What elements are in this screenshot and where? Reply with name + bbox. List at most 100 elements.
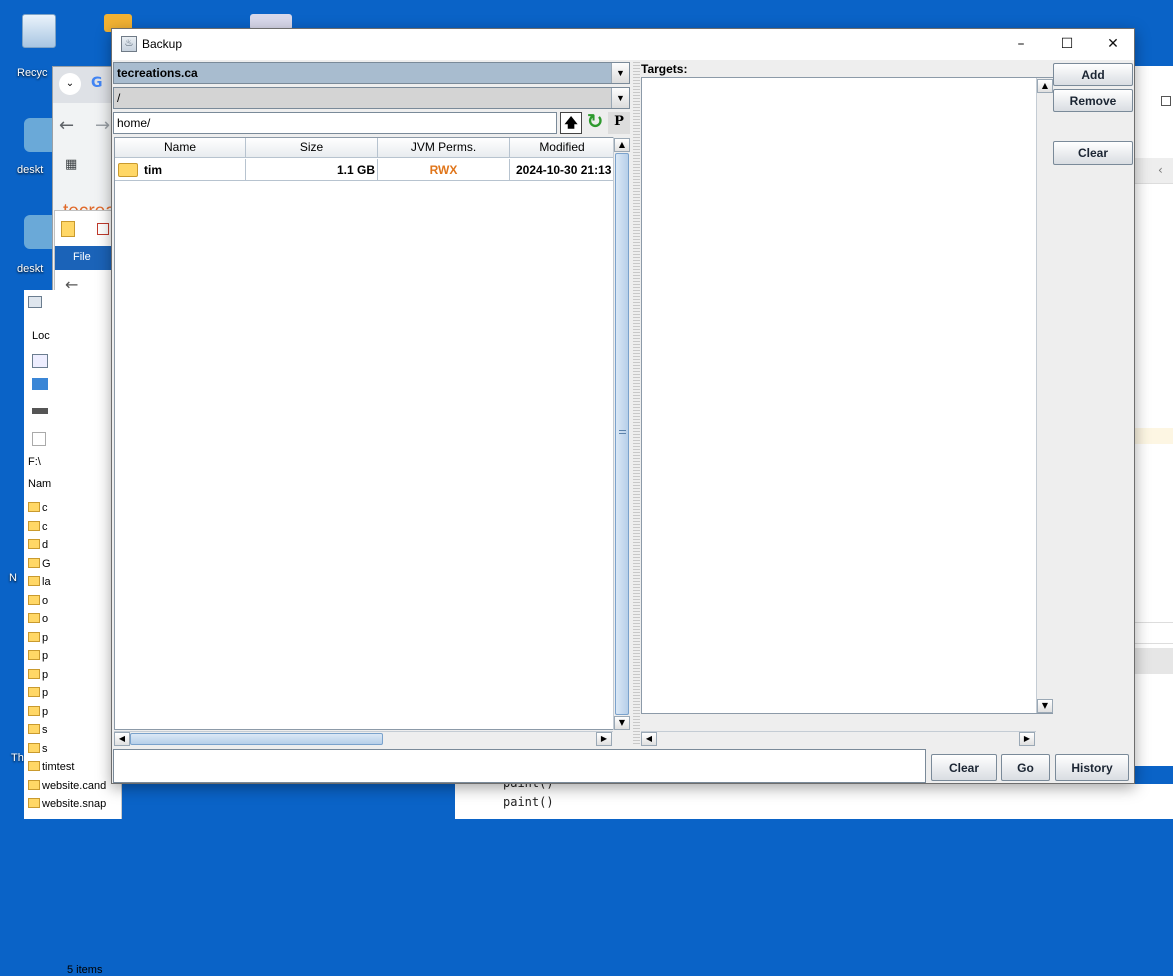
list-item-label: s (42, 724, 48, 736)
list-item-label: timtest (42, 761, 75, 773)
java-app-icon: ♨ (121, 36, 137, 52)
scroll-right-icon[interactable]: ▶ (1019, 732, 1035, 746)
background-code-editor (455, 784, 1173, 819)
scroll-left-icon[interactable]: ◀ (641, 732, 657, 746)
window-title: Backup (142, 37, 183, 51)
monitor-icon (32, 378, 48, 390)
list-item[interactable]: p (28, 631, 48, 644)
scroll-thumb[interactable] (615, 153, 629, 715)
clear-button[interactable]: Clear (931, 754, 997, 781)
arrow-up-icon: 🡅 (564, 115, 578, 130)
list-item[interactable]: d (28, 539, 48, 551)
chevron-down-icon[interactable]: ▼ (611, 88, 629, 108)
folder-icon (28, 650, 40, 660)
root-value: / (117, 91, 121, 105)
recycle-bin-icon[interactable] (22, 14, 56, 48)
forward-arrow-icon[interactable]: → (95, 115, 110, 136)
folder-icon (28, 724, 40, 734)
scroll-thumb[interactable] (130, 733, 383, 745)
refresh-button[interactable]: ↻ (584, 110, 606, 132)
checkbox-icon (1161, 96, 1171, 106)
list-item[interactable]: p (28, 687, 48, 699)
maximize-button[interactable]: ☐ (1044, 29, 1090, 60)
scroll-up-icon[interactable]: ▲ (1037, 79, 1053, 93)
targets-vscrollbar[interactable]: ▲ ▼ (1036, 78, 1053, 713)
folder-icon (61, 221, 75, 237)
list-item[interactable]: website.cand (28, 779, 106, 792)
list-item[interactable]: p (28, 705, 48, 718)
clear-targets-button[interactable]: Clear (1053, 141, 1133, 165)
list-item-label: s (42, 742, 48, 755)
list-item[interactable]: timtest (28, 761, 74, 773)
list-item[interactable]: c (28, 520, 48, 533)
scroll-left-icon[interactable]: ◀ (114, 732, 130, 746)
chevron-down-icon[interactable]: ▼ (611, 63, 629, 83)
title-bar[interactable]: ♨ Backup – ☐ ✕ (112, 29, 1134, 60)
list-item[interactable]: p (28, 668, 49, 681)
chevron-left-icon[interactable]: ‹ (1158, 163, 1163, 177)
list-item-label: G (42, 557, 51, 570)
list-item[interactable]: website.snap (28, 798, 106, 810)
column-header-perms[interactable]: JVM Perms. (378, 138, 510, 158)
remove-button[interactable]: Remove (1053, 89, 1133, 112)
drive-path-label: F:\ (28, 456, 41, 468)
status-input[interactable] (114, 750, 925, 782)
history-button[interactable]: History (1055, 754, 1129, 781)
folder-icon (118, 163, 138, 177)
go-button[interactable]: Go (1001, 754, 1050, 781)
list-item[interactable]: c (28, 502, 48, 514)
list-item[interactable]: o (28, 613, 48, 625)
split-pane-divider[interactable] (633, 60, 640, 745)
tab-search-button[interactable]: ⌄ (59, 73, 81, 95)
folder-icon (28, 539, 40, 549)
add-button[interactable]: Add (1053, 63, 1133, 86)
list-item[interactable]: s (28, 742, 48, 755)
properties-icon (97, 223, 109, 235)
desktop-label: N (9, 572, 17, 584)
file-table-hscrollbar[interactable]: ◀ ▶ (114, 731, 613, 746)
scroll-up-icon[interactable]: ▲ (614, 138, 630, 152)
scroll-right-icon[interactable]: ▶ (596, 732, 612, 746)
targets-hscrollbar[interactable]: ◀ ▶ (641, 731, 1036, 746)
status-field[interactable] (113, 749, 926, 783)
refresh-icon: ↻ (586, 109, 604, 133)
column-header-modified[interactable]: Modified (510, 138, 615, 158)
scroll-down-icon[interactable]: ▼ (614, 716, 630, 730)
p-button[interactable]: P (608, 112, 630, 134)
list-item-label: c (42, 520, 48, 533)
scroll-down-icon[interactable]: ▼ (1037, 699, 1053, 713)
list-item[interactable]: s (28, 724, 48, 736)
close-button[interactable]: ✕ (1090, 29, 1136, 60)
file-modified-cell: 2024-10-30 21:13 (510, 159, 615, 181)
folder-icon (28, 761, 40, 771)
file-name-cell[interactable]: tim (115, 159, 246, 181)
path-field[interactable] (113, 112, 557, 134)
folder-icon (28, 705, 40, 716)
column-header-size[interactable]: Size (246, 138, 378, 158)
targets-list[interactable] (641, 77, 1053, 714)
computer-icon (28, 296, 42, 308)
list-item[interactable]: p (28, 650, 48, 662)
list-item-label: p (42, 668, 49, 681)
folder-icon (28, 557, 40, 568)
column-header-name[interactable]: Name (115, 138, 246, 158)
back-arrow-icon[interactable]: ← (59, 115, 74, 136)
list-item[interactable]: la (28, 576, 51, 588)
folder-icon (28, 687, 40, 697)
minimize-button[interactable]: – (998, 29, 1044, 60)
path-input[interactable] (114, 113, 556, 133)
list-item[interactable]: o (28, 594, 48, 607)
root-selector[interactable]: / ▼ (113, 87, 630, 109)
file-name: tim (144, 163, 162, 177)
panel-strip (1134, 158, 1173, 184)
file-table-vscrollbar[interactable]: ▲ ▼ (613, 137, 630, 730)
ribbon-file-tab[interactable]: File (55, 246, 111, 270)
highlighted-line (1134, 428, 1173, 444)
host-selector[interactable]: tecreations.ca ▼ (113, 62, 630, 84)
table-row[interactable]: tim 1.1 GB RWX 2024-10-30 21:13 (115, 159, 615, 181)
browser-tab-bar: ⌄ G (53, 67, 111, 103)
parent-folder-button[interactable]: 🡅 (560, 112, 582, 134)
list-item[interactable]: G (28, 557, 51, 570)
code-line: paint() (503, 795, 554, 809)
apps-grid-icon[interactable]: ▦ (65, 157, 77, 172)
